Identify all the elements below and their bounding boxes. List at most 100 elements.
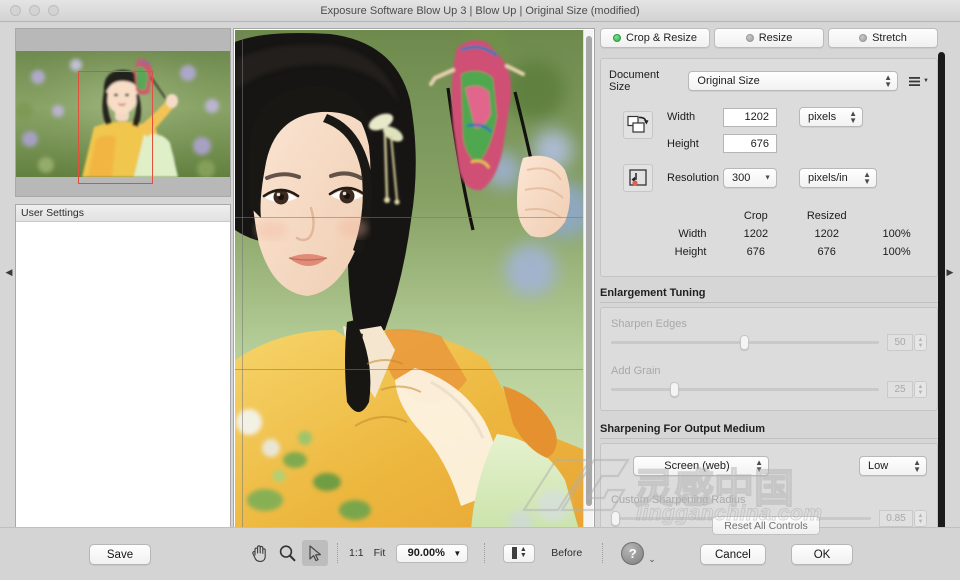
application-window: Exposure Software Blow Up 3 | Blow Up | … — [0, 0, 960, 580]
window-body: ◀ ▶ User Settings Crop & Resize Resize S… — [0, 22, 960, 580]
chevron-updown-icon: ▲ ▼ — [519, 546, 527, 559]
arrow-cursor-icon — [308, 544, 321, 561]
zoom-tool[interactable] — [274, 540, 300, 566]
zoom-level-value: 90.00% — [407, 547, 445, 559]
document-size-group: Document Size Original Size ▲ ▼ ▼ Width … — [600, 58, 938, 277]
units-select[interactable]: pixels ▲ ▼ — [799, 107, 863, 127]
height-row: Height 676 — [667, 134, 929, 153]
crop-guide-left — [242, 30, 243, 530]
user-settings-list[interactable] — [16, 222, 230, 543]
save-button[interactable]: Save — [89, 544, 151, 565]
toolbar-divider — [337, 543, 338, 563]
resolution-lock-button[interactable] — [623, 164, 653, 192]
add-grain-stepper[interactable]: ▲ ▼ — [914, 381, 927, 398]
link-dimensions-button[interactable] — [623, 111, 653, 139]
collapse-right-panel-arrow[interactable]: ▶ — [943, 254, 957, 290]
add-grain-slider-row: 25 ▲ ▼ — [611, 381, 927, 398]
resolution-units-value: pixels/in — [808, 172, 848, 184]
width-input[interactable]: 1202 — [723, 107, 777, 127]
hand-tool[interactable] — [246, 540, 272, 566]
custom-sharpening-radius-knob[interactable] — [611, 511, 620, 526]
document-size-row: Document Size Original Size ▲ ▼ ▼ — [609, 69, 929, 93]
sharpening-title: Sharpening For Output Medium — [600, 423, 938, 439]
image-vertical-scrollbar[interactable] — [583, 30, 593, 530]
navigator-crop-rectangle[interactable] — [78, 71, 153, 184]
navigator-panel[interactable] — [15, 28, 231, 197]
add-grain-control: Add Grain 25 ▲ ▼ — [611, 365, 927, 398]
dimensions-block: Width 1202 pixels ▲ ▼ Height 676 — [609, 107, 929, 153]
minimize-button[interactable] — [29, 5, 40, 16]
one-to-one-button[interactable]: 1:1 — [349, 547, 364, 559]
right-settings-panel: Crop & Resize Resize Stretch Document Si… — [600, 28, 938, 544]
user-settings-header: User Settings — [16, 205, 230, 222]
height-label: Height — [667, 137, 699, 150]
sharpening-amount-value: Low — [868, 460, 889, 472]
add-grain-slider[interactable] — [611, 382, 879, 397]
chevron-down-icon[interactable]: ⌄ — [648, 554, 656, 565]
collapse-left-panel-arrow[interactable]: ◀ — [2, 254, 16, 290]
toolbar-divider — [484, 543, 486, 563]
sharpening-amount-select[interactable]: Low ▲ ▼ — [859, 456, 927, 476]
reset-all-controls-button[interactable]: Reset All Controls — [712, 516, 820, 535]
chevron-updown-icon: ▲ ▼ — [884, 73, 893, 89]
zoom-level-select[interactable]: 90.00% ▼ — [396, 543, 469, 563]
tab-stretch[interactable]: Stretch — [828, 28, 938, 48]
sharpening-medium-select[interactable]: Screen (web) ▲ ▼ — [633, 456, 769, 476]
table-row: Width 1202 1202 100% — [611, 226, 927, 242]
user-settings-panel: User Settings — [15, 204, 231, 544]
chevron-updown-icon: ▲ ▼ — [913, 458, 921, 474]
sharpen-edges-label: Sharpen Edges — [611, 318, 687, 330]
left-panel: User Settings — [15, 28, 231, 544]
summary-header-resized: Resized — [806, 210, 847, 222]
fit-button[interactable]: Fit — [374, 547, 386, 559]
right-panel-scrollbar[interactable] — [938, 52, 945, 550]
add-grain-slider-knob[interactable] — [669, 382, 679, 397]
tab-crop-and-resize-label: Crop & Resize — [626, 32, 697, 44]
custom-sharpening-radius-stepper[interactable]: ▲ ▼ — [914, 510, 927, 527]
image-vertical-scrollbar-thumb[interactable] — [586, 36, 592, 506]
custom-sharpening-radius-value[interactable]: 0.85 — [879, 510, 913, 527]
units-value: pixels — [808, 111, 837, 123]
magnifier-icon — [279, 544, 295, 561]
resolution-units-select[interactable]: pixels/in ▲ ▼ — [799, 168, 877, 188]
add-grain-value[interactable]: 25 — [887, 381, 913, 398]
image-preview-panel[interactable] — [233, 28, 595, 544]
size-summary-table: Crop Resized Width 1202 1202 100% Height… — [609, 206, 929, 262]
pointer-tool[interactable] — [302, 540, 328, 566]
summary-width-label: Width — [678, 228, 707, 240]
sharpening-selects-row: Screen (web) ▲ ▼ Low ▲ ▼ — [611, 456, 927, 476]
height-input[interactable]: 676 — [723, 134, 777, 153]
zoom-button[interactable] — [48, 5, 59, 16]
resolution-select[interactable]: 300 ▼ — [723, 168, 777, 188]
sharpen-edges-stepper[interactable]: ▲ ▼ — [914, 334, 927, 351]
close-button[interactable] — [10, 5, 21, 16]
ok-button[interactable]: OK — [791, 544, 853, 565]
summary-height-label: Height — [674, 246, 707, 258]
cancel-button[interactable]: Cancel — [700, 544, 766, 565]
radio-indicator-icon — [613, 34, 622, 42]
add-grain-label: Add Grain — [611, 365, 661, 377]
sharpen-edges-value[interactable]: 50 — [887, 334, 913, 351]
document-size-select[interactable]: Original Size ▲ ▼ — [688, 71, 899, 91]
before-label: Before — [551, 547, 583, 559]
before-after-view-toggle[interactable]: ▲ ▼ — [503, 543, 536, 563]
summary-width-crop: 1202 — [743, 228, 769, 240]
resolution-block: Resolution 300 ▼ pixels/in ▲ ▼ — [609, 164, 929, 192]
image-viewport[interactable] — [235, 30, 585, 530]
window-title: Exposure Software Blow Up 3 | Blow Up | … — [320, 4, 640, 17]
document-size-menu-button[interactable]: ▼ — [909, 76, 929, 87]
sharpen-edges-slider[interactable] — [611, 335, 879, 350]
chevron-down-icon: ▼ — [923, 78, 929, 84]
document-size-label: Document Size — [609, 69, 660, 93]
document-size-value: Original Size — [697, 75, 760, 87]
sharpen-edges-slider-knob[interactable] — [739, 335, 749, 350]
ok-button-label: OK — [813, 548, 831, 561]
mode-tab-group: Crop & Resize Resize Stretch — [600, 28, 938, 48]
width-value: 1202 — [744, 111, 769, 123]
tab-crop-and-resize[interactable]: Crop & Resize — [600, 28, 710, 48]
tab-resize[interactable]: Resize — [714, 28, 824, 48]
summary-width-resized: 1202 — [814, 228, 839, 240]
sharpen-edges-slider-row: 50 ▲ ▼ — [611, 334, 927, 351]
help-button[interactable]: ? — [621, 541, 645, 565]
resolution-value: 300 — [732, 172, 751, 184]
